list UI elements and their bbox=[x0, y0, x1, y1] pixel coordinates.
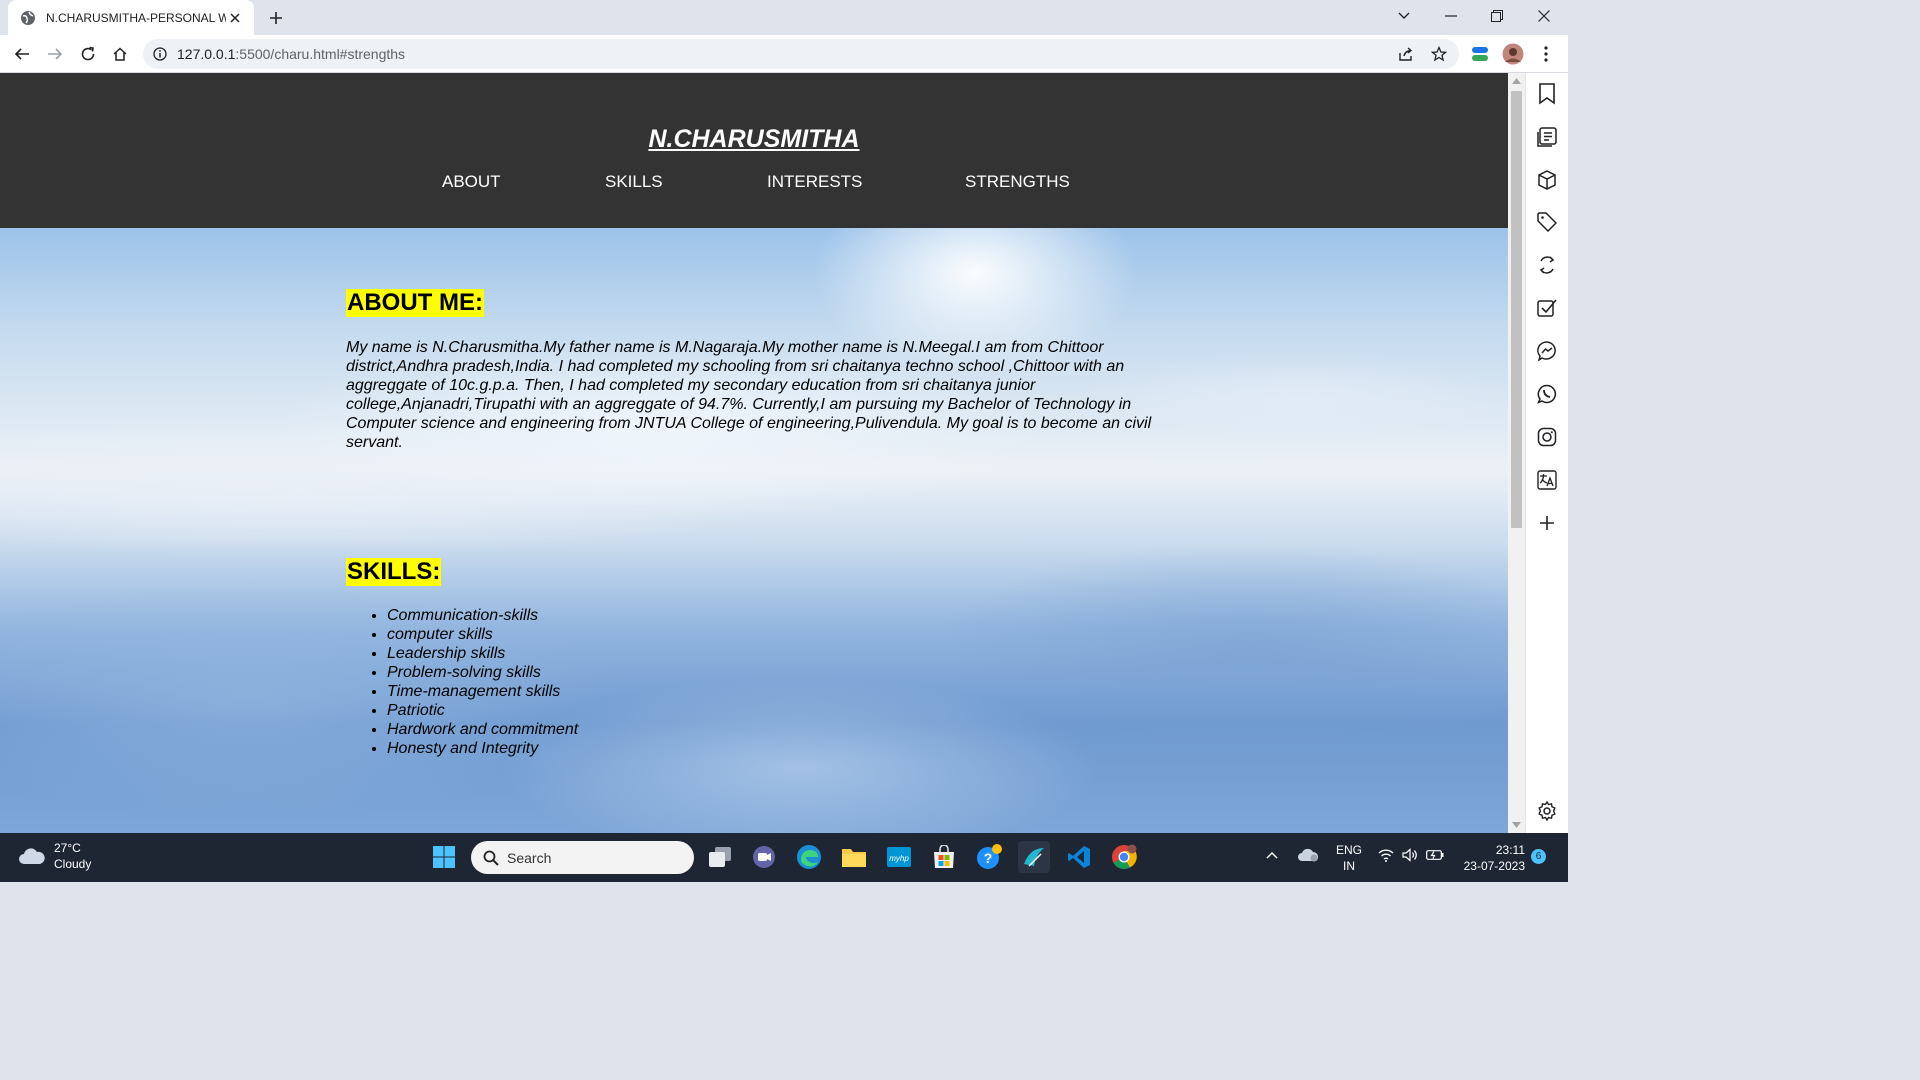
skills-list: Communication-skills computer skills Lea… bbox=[387, 606, 1156, 758]
url-text: 127.0.0.1:5500/charu.html#strengths bbox=[177, 46, 405, 62]
site-info-icon[interactable] bbox=[153, 47, 167, 61]
list-item: computer skills bbox=[387, 625, 1156, 644]
microsoft-store-icon[interactable] bbox=[928, 841, 960, 873]
battery-icon[interactable] bbox=[1426, 849, 1444, 865]
volume-icon[interactable] bbox=[1402, 848, 1418, 866]
edge-browser-icon[interactable] bbox=[793, 841, 825, 873]
show-hidden-icons-chevron[interactable] bbox=[1266, 847, 1278, 863]
minimize-button[interactable] bbox=[1428, 0, 1474, 32]
input-language[interactable]: ENG IN bbox=[1336, 842, 1362, 874]
skills-heading: SKILLS: bbox=[346, 558, 442, 586]
chrome-icon[interactable] bbox=[1108, 841, 1140, 873]
scroll-up-icon[interactable] bbox=[1512, 78, 1521, 84]
taskbar-search[interactable]: Search bbox=[471, 841, 694, 874]
forward-button[interactable] bbox=[41, 40, 69, 68]
tab-title: N.CHARUSMITHA-PERSONAL WE bbox=[46, 10, 226, 25]
vscode-icon[interactable] bbox=[1063, 841, 1095, 873]
help-icon[interactable]: ? bbox=[973, 841, 1005, 873]
clock[interactable]: 23:11 23-07-2023 bbox=[1459, 842, 1525, 874]
site-title[interactable]: N.CHARUSMITHA bbox=[0, 125, 1508, 154]
tab-search-chevron-icon[interactable] bbox=[1381, 0, 1427, 32]
skills-section: SKILLS: bbox=[346, 558, 1156, 586]
globe-icon bbox=[20, 10, 36, 26]
extension-icon[interactable] bbox=[1466, 40, 1494, 68]
list-item: Time-management skills bbox=[387, 682, 1156, 701]
svg-text:?: ? bbox=[984, 850, 993, 866]
reading-list-icon[interactable] bbox=[1536, 126, 1558, 148]
url-host: 127.0.0.1 bbox=[177, 46, 236, 62]
weather-condition: Cloudy bbox=[54, 857, 92, 871]
skills-body: Communication-skills computer skills Lea… bbox=[346, 606, 1156, 758]
scroll-thumb[interactable] bbox=[1511, 91, 1522, 528]
url-path: :5500/charu.html#strengths bbox=[235, 46, 406, 62]
profile-avatar[interactable] bbox=[1499, 40, 1527, 68]
svg-text:myhp: myhp bbox=[889, 854, 909, 863]
task-view-icon[interactable] bbox=[704, 841, 736, 873]
onedrive-icon[interactable] bbox=[1298, 847, 1320, 867]
restore-button[interactable] bbox=[1474, 0, 1520, 32]
search-label: Search bbox=[507, 849, 552, 866]
back-button[interactable] bbox=[8, 40, 36, 68]
temperature: 27°C bbox=[54, 841, 81, 855]
scroll-down-icon[interactable] bbox=[1512, 822, 1521, 828]
close-window-button[interactable] bbox=[1521, 0, 1567, 32]
tab-strip: N.CHARUSMITHA-PERSONAL WE bbox=[0, 0, 1568, 35]
search-icon bbox=[483, 850, 499, 866]
close-tab-icon[interactable] bbox=[226, 9, 244, 27]
nav-skills[interactable]: SKILLS bbox=[605, 172, 663, 192]
taskbar: 27°C Cloudy Search myhp ? ENG IN 23:11 2… bbox=[0, 833, 1568, 882]
translate-icon[interactable] bbox=[1536, 469, 1558, 491]
nav-about[interactable]: ABOUT bbox=[442, 172, 501, 192]
list-item: Patriotic bbox=[387, 701, 1156, 720]
about-text: My name is N.Charusmitha.My father name … bbox=[346, 339, 1152, 451]
file-explorer-icon[interactable] bbox=[838, 841, 870, 873]
new-tab-button[interactable] bbox=[264, 6, 288, 30]
list-item: Honesty and Integrity bbox=[387, 739, 1156, 758]
share-icon[interactable] bbox=[1392, 40, 1420, 68]
about-body: My name is N.Charusmitha.My father name … bbox=[346, 338, 1156, 452]
page-viewport: N.CHARUSMITHA ABOUT SKILLS INTERESTS STR… bbox=[0, 73, 1508, 833]
list-item: Leadership skills bbox=[387, 644, 1156, 663]
teams-chat-icon[interactable] bbox=[748, 841, 780, 873]
nav-strengths[interactable]: STRENGTHS bbox=[965, 172, 1070, 192]
region-code: IN bbox=[1343, 859, 1355, 873]
reload-button[interactable] bbox=[74, 40, 102, 68]
list-item: Hardwork and commitment bbox=[387, 720, 1156, 739]
nav-interests[interactable]: INTERESTS bbox=[767, 172, 862, 192]
browser-sidebar bbox=[1525, 73, 1568, 833]
messenger-icon[interactable] bbox=[1536, 340, 1558, 362]
instagram-icon[interactable] bbox=[1536, 426, 1558, 448]
language-code: ENG bbox=[1336, 843, 1363, 857]
date: 23-07-2023 bbox=[1463, 859, 1525, 873]
time: 23:11 bbox=[1495, 843, 1525, 857]
wifi-icon[interactable] bbox=[1378, 848, 1394, 866]
address-bar[interactable]: 127.0.0.1:5500/charu.html#strengths bbox=[143, 39, 1459, 69]
vscode-live-app-icon[interactable] bbox=[1018, 841, 1050, 873]
myhp-icon[interactable]: myhp bbox=[883, 841, 915, 873]
notification-badge[interactable]: 6 bbox=[1531, 849, 1546, 864]
cloud-icon bbox=[19, 848, 45, 864]
whatsapp-icon[interactable] bbox=[1536, 383, 1558, 405]
sync-icon[interactable] bbox=[1536, 254, 1558, 276]
browser-menu-icon[interactable] bbox=[1532, 40, 1560, 68]
list-item: Communication-skills bbox=[387, 606, 1156, 625]
checklist-icon[interactable] bbox=[1536, 297, 1558, 319]
home-button[interactable] bbox=[106, 40, 134, 68]
bookmark-icon[interactable] bbox=[1536, 83, 1558, 105]
bookmark-star-icon[interactable] bbox=[1425, 40, 1453, 68]
list-item: Problem-solving skills bbox=[387, 663, 1156, 682]
weather-widget[interactable]: 27°C Cloudy bbox=[18, 840, 91, 872]
browser-toolbar: 127.0.0.1:5500/charu.html#strengths bbox=[0, 35, 1568, 73]
settings-gear-icon[interactable] bbox=[1536, 800, 1558, 822]
start-button[interactable] bbox=[428, 841, 460, 873]
site-header: N.CHARUSMITHA ABOUT SKILLS INTERESTS STR… bbox=[0, 73, 1508, 228]
about-section: ABOUT ME: bbox=[346, 289, 1156, 317]
add-icon[interactable] bbox=[1536, 512, 1558, 534]
page-scrollbar[interactable] bbox=[1508, 73, 1525, 833]
tag-icon[interactable] bbox=[1536, 211, 1558, 233]
about-heading: ABOUT ME: bbox=[346, 289, 484, 317]
tab-active[interactable]: N.CHARUSMITHA-PERSONAL WE bbox=[8, 0, 254, 35]
cube-icon[interactable] bbox=[1536, 169, 1558, 191]
